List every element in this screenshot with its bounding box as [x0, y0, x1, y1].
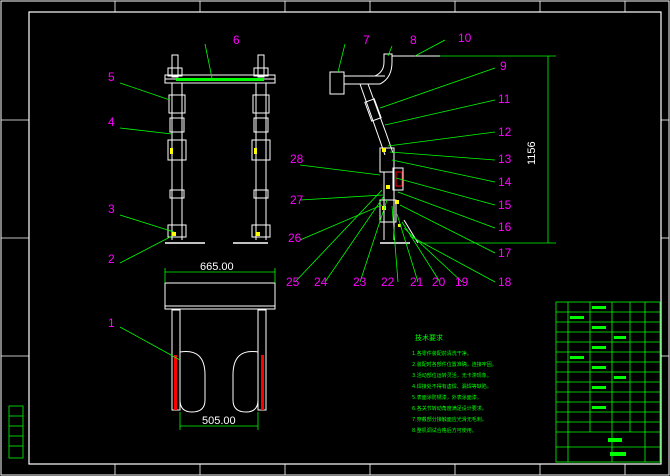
- label-14: 14: [498, 175, 512, 189]
- top-view: [164, 282, 276, 413]
- label-6: 6: [233, 33, 240, 47]
- label-25: 25: [286, 275, 300, 289]
- label-12: 12: [498, 125, 512, 139]
- label-23: 23: [353, 275, 367, 289]
- label-4: 4: [108, 115, 115, 129]
- front-bar-highlight: [176, 78, 264, 81]
- note-line-2: 2.装配时各部件位置准确，连接牢固。: [412, 361, 497, 368]
- note-line-6: 6.各关节转动角度满足设计要求。: [412, 405, 487, 412]
- leader-lines: [119, 39, 496, 361]
- label-8: 8: [410, 33, 417, 47]
- label-5: 5: [108, 70, 115, 84]
- note-line-8: 8.整机调试合格后方可使用。: [412, 427, 477, 434]
- label-27: 27: [290, 193, 304, 207]
- label-7: 7: [363, 33, 370, 47]
- note-line-3: 3.活动部位运转灵活，无卡滞现象。: [412, 372, 492, 379]
- parts-list-fill-marks: [570, 306, 626, 456]
- label-1: 1: [108, 316, 115, 330]
- top-view-red-parts: [174, 355, 264, 410]
- label-18: 18: [498, 275, 512, 289]
- front-view: [164, 54, 276, 244]
- side-view-highlights: [382, 148, 401, 227]
- note-line-1: 1.各零件装配前清洗干净。: [412, 350, 472, 357]
- label-28: 28: [290, 152, 304, 166]
- label-20: 20: [432, 275, 446, 289]
- label-19: 19: [455, 275, 469, 289]
- note-line-7: 7.穿戴部分接触面应光滑无毛刺。: [412, 416, 487, 423]
- technical-notes: 技术要求 1.各零件装配前清洗干净。 2.装配时各部件位置准确，连接牢固。 3.…: [412, 333, 497, 434]
- label-10: 10: [458, 31, 472, 45]
- notes-title: 技术要求: [415, 333, 443, 342]
- label-26: 26: [288, 231, 302, 245]
- inner-frame: [28, 11, 662, 465]
- left-side-table: [8, 405, 24, 459]
- label-9: 9: [500, 59, 507, 73]
- label-3: 3: [108, 202, 115, 216]
- label-2: 2: [108, 252, 115, 266]
- drawing-svg: 1156 665.00 505.00 1 2 3 4 5 6 7 8 9 10 …: [0, 0, 670, 476]
- height-dimension: 1156: [526, 141, 538, 165]
- bottom-width-dimension: 505.00: [202, 415, 236, 427]
- note-line-5: 5.表面涂防锈漆，外表涂面漆。: [412, 394, 482, 401]
- label-16: 16: [498, 220, 512, 234]
- label-15: 15: [498, 198, 512, 212]
- label-21: 21: [410, 275, 424, 289]
- label-24: 24: [314, 275, 328, 289]
- note-line-4: 4.焊接处不得有虚焊、漏焊等缺陷。: [412, 383, 492, 390]
- label-22: 22: [381, 275, 395, 289]
- label-17: 17: [498, 246, 512, 260]
- label-11: 11: [498, 92, 511, 106]
- label-13: 13: [498, 152, 512, 166]
- cad-drawing-canvas: 1156 665.00 505.00 1 2 3 4 5 6 7 8 9 10 …: [0, 0, 670, 476]
- top-width-dimension: 665.00: [200, 261, 234, 273]
